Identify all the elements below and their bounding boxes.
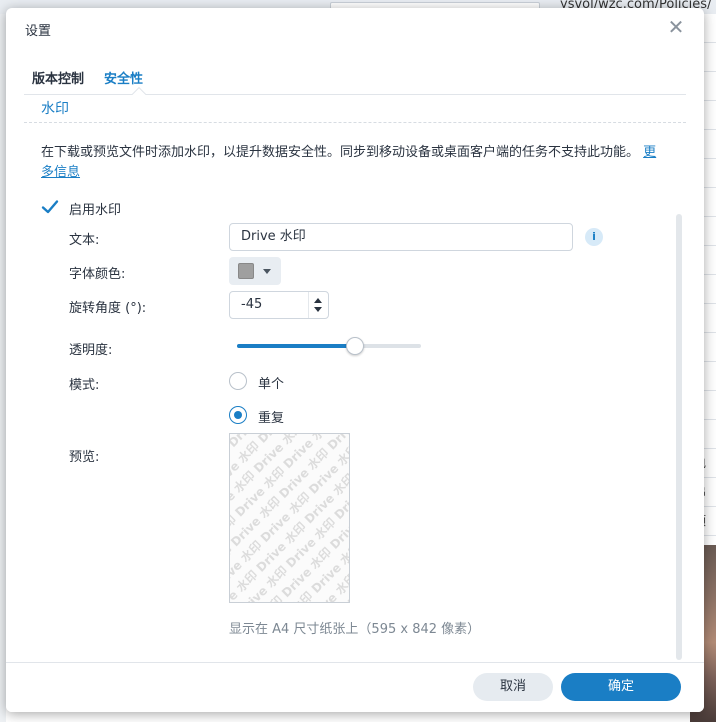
mode-repeat-label: 重复: [258, 411, 285, 426]
watermark-text-input[interactable]: Drive 水印: [229, 223, 573, 251]
section-title-watermark: 水印: [41, 101, 69, 117]
watermark-preview: Drive 水印 Drive 水印 Drive 水印 Drive 水印 Driv…: [229, 433, 350, 603]
mode-single-label: 单个: [258, 377, 285, 392]
caret-down-icon: [263, 269, 271, 274]
stepper-up-icon[interactable]: [314, 298, 322, 303]
watermark-pattern: Drive 水印 Drive 水印 Drive 水印 Drive 水印 Driv…: [230, 434, 349, 602]
checkmark-icon: [41, 200, 59, 214]
mode-label: 模式:: [69, 378, 100, 393]
section-divider: [24, 122, 686, 123]
slider-thumb[interactable]: [346, 337, 364, 355]
color-swatch: [238, 263, 254, 279]
font-color-label: 字体颜色:: [69, 267, 126, 282]
description-text: 在下载或预览文件时添加水印，以提升数据安全性。同步到移动设备或桌面客户端的任务不…: [41, 145, 640, 160]
cancel-button[interactable]: 取消: [473, 673, 553, 701]
rotation-stepper: [308, 292, 328, 318]
opacity-label: 透明度:: [69, 343, 113, 358]
rotation-input[interactable]: -45: [229, 291, 329, 319]
watermark-description: 在下载或预览文件时添加水印，以提升数据安全性。同步到移动设备或桌面客户端的任务不…: [41, 143, 666, 183]
text-label: 文本:: [69, 233, 100, 248]
settings-dialog: 设置 ✕ 版本控制 安全性 水印 在下载或预览文件时添加水印，以提升数据安全性。…: [6, 8, 704, 712]
tab-version-control[interactable]: 版本控制: [32, 68, 84, 87]
slider-fill: [237, 344, 355, 348]
preview-caption: 显示在 A4 尺寸纸张上（595 x 842 像素）: [229, 622, 481, 637]
dialog-footer: 取消 确定: [6, 662, 704, 712]
content-scrollbar[interactable]: [676, 214, 682, 660]
rotation-value: -45: [241, 297, 263, 312]
dialog-title: 设置: [25, 24, 52, 39]
mode-repeat-radio[interactable]: [229, 406, 247, 424]
tab-security[interactable]: 安全性: [104, 68, 143, 87]
dialog-header: 设置 ✕: [6, 8, 704, 50]
ok-button[interactable]: 确定: [561, 673, 681, 701]
preview-label: 预览:: [69, 450, 100, 465]
info-icon[interactable]: i: [585, 228, 603, 246]
font-color-picker[interactable]: [229, 257, 281, 285]
dialog-content: 水印 在下载或预览文件时添加水印，以提升数据安全性。同步到移动设备或桌面客户端的…: [6, 96, 686, 662]
rotation-label: 旋转角度 (°):: [69, 301, 147, 316]
opacity-slider[interactable]: [237, 337, 421, 355]
mode-single-radio[interactable]: [229, 372, 247, 390]
enable-watermark-label: 启用水印: [69, 203, 122, 218]
tab-bar: 版本控制 安全性: [24, 62, 686, 102]
stepper-down-icon[interactable]: [314, 307, 322, 312]
close-icon[interactable]: ✕: [666, 17, 686, 37]
